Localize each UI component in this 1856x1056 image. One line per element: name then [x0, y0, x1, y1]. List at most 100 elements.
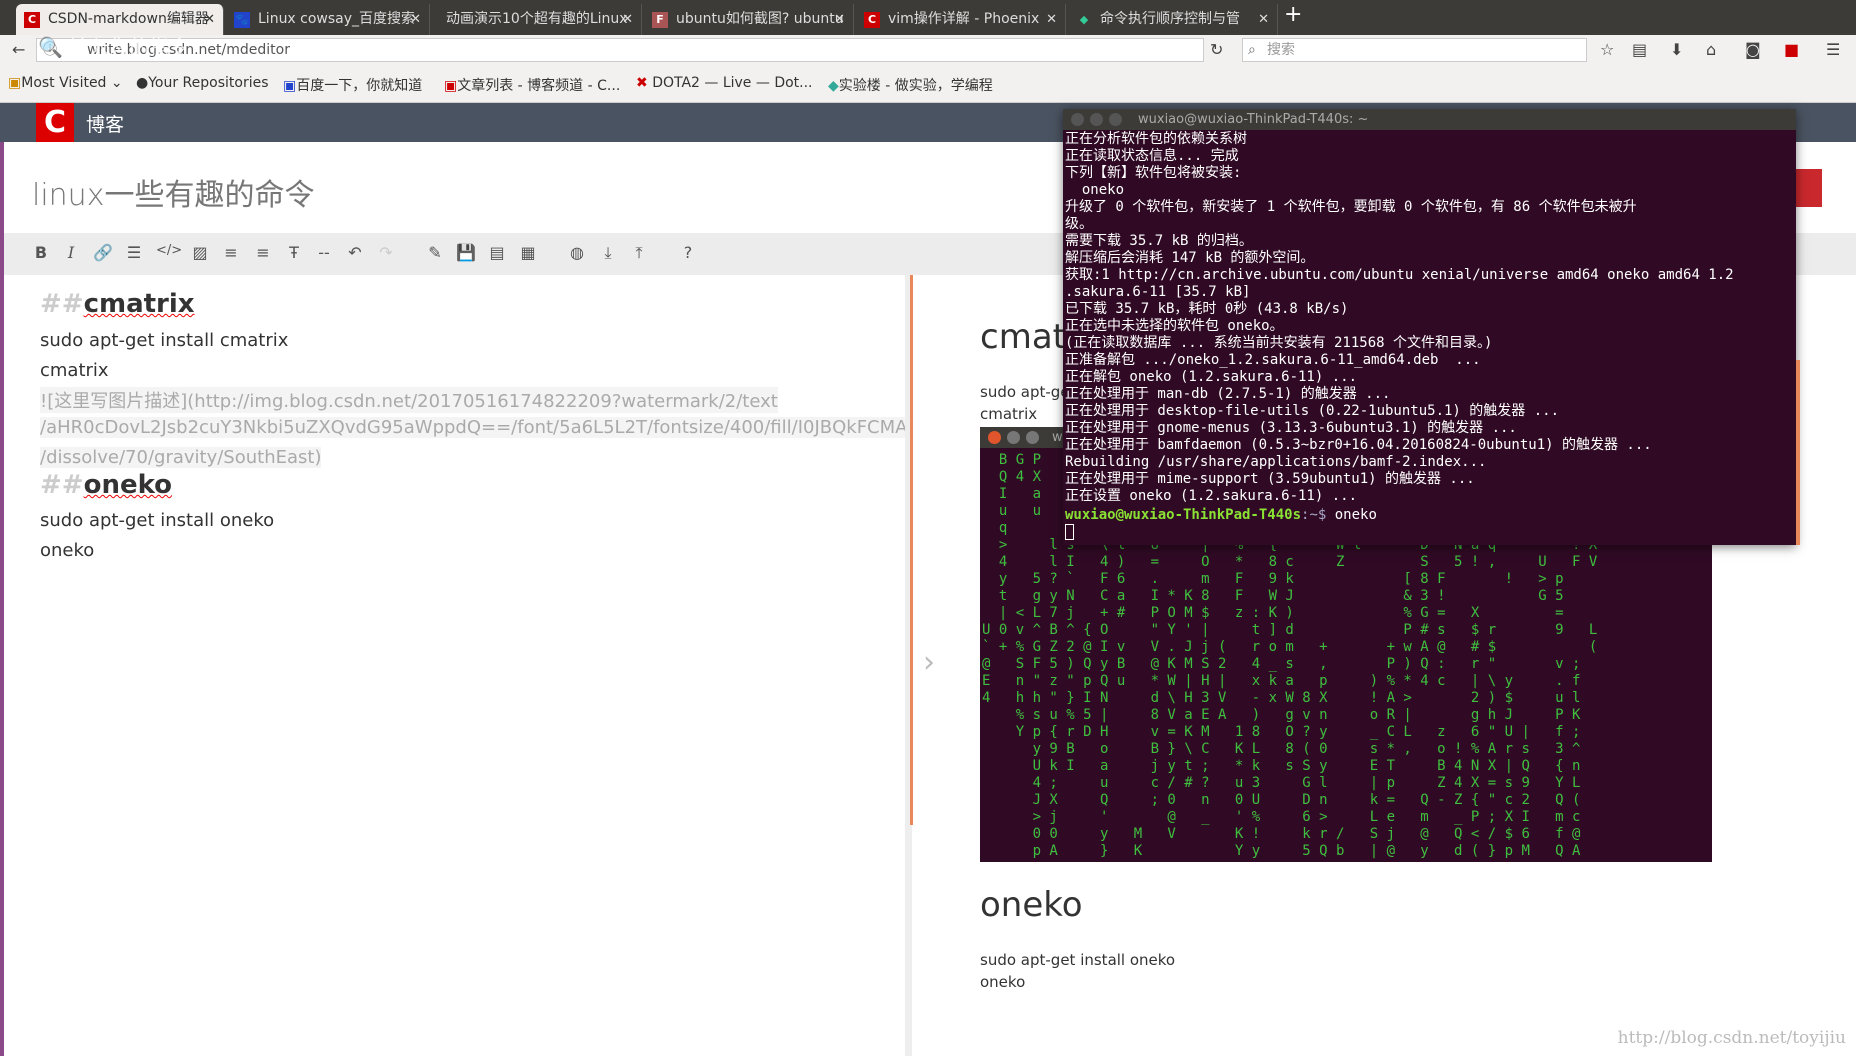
bookmark-most-visited[interactable]: ▣Most Visited ⌄	[8, 75, 123, 91]
drafts-icon[interactable]: ▤	[486, 243, 508, 262]
help-icon[interactable]: ?	[677, 243, 699, 262]
close-tab-icon[interactable]: ✕	[834, 4, 845, 35]
maximize-window-icon[interactable]	[1109, 113, 1122, 126]
url-bar[interactable]: ⓘ write.blog.csdn.net/mdeditor	[36, 38, 1204, 62]
matrix-row: 4 ; u c / # ? u 3 G l | p Z 4 X = s 9 Y …	[982, 775, 1581, 791]
tab-label: 动画演示10个超有趣的Linux	[446, 11, 628, 27]
home-icon[interactable]: ⌂	[1706, 40, 1716, 59]
heading-text: oneko	[83, 470, 173, 500]
menu-icon[interactable]: ☰	[1826, 40, 1840, 59]
dota-icon: ✖	[636, 75, 648, 91]
image-icon[interactable]: ▨	[189, 243, 211, 262]
bold-icon[interactable]: B	[30, 243, 52, 262]
terminal-line: 正在处理用于 bamfdaemon (0.5.3~bzr0+16.04.2016…	[1065, 437, 1652, 453]
terminal-cursor	[1065, 524, 1074, 540]
close-tab-icon[interactable]: ✕	[1258, 4, 1269, 35]
italic-icon[interactable]: I	[60, 243, 82, 262]
window-titlebar[interactable]: wuxiao@wuxiao-ThinkPad-T440s: ~	[1063, 109, 1796, 130]
terminal-prompt-line[interactable]: wuxiao@wuxiao-ThinkPad-T440s:~$ oneko	[1063, 506, 1796, 546]
pocket-icon[interactable]: ◙	[1745, 40, 1761, 59]
download-icon[interactable]: ⬇	[1670, 40, 1683, 59]
heading-icon[interactable]: Ŧ	[283, 243, 305, 262]
close-tab-icon[interactable]: ✕	[1046, 4, 1057, 35]
hr-icon[interactable]: --	[313, 243, 335, 262]
terminal-line: 下列【新】软件包将被安装:	[1065, 165, 1242, 181]
import-icon[interactable]: ⤓	[597, 243, 619, 263]
tab-vim[interactable]: Cvim操作详解 - Phoenix ✕	[856, 4, 1066, 35]
terminal-line: 正在处理用于 gnome-menus (3.13.3-6ubuntu3.1) 的…	[1065, 420, 1517, 436]
csdn-logo[interactable]: C	[36, 103, 74, 142]
bookmark-csdn-articles[interactable]: ▣文章列表 - 博客频道 - C...	[444, 75, 620, 95]
export-icon[interactable]: ⤒	[628, 243, 650, 263]
settings-doc-icon[interactable]: ▦	[517, 243, 539, 262]
shiyanlou-icon: ◆	[828, 78, 839, 94]
quote-icon[interactable]: ☰	[123, 243, 145, 262]
close-window-icon[interactable]	[988, 431, 1001, 444]
editor-line: cmatrix	[40, 360, 109, 381]
matrix-row: t g y N C a I * K 8 F W J & 3 ! G 5	[982, 588, 1564, 604]
reload-icon[interactable]: ↻	[1210, 40, 1223, 59]
tab-animation[interactable]: 动画演示10个超有趣的Linux ✕	[432, 4, 642, 35]
preview-text: cmatrix	[980, 405, 1038, 423]
terminal-line: 正在选中未选择的软件包 oneko。	[1065, 318, 1284, 334]
sync-scroll-bar	[910, 275, 913, 825]
new-doc-icon[interactable]: ✎	[424, 243, 446, 262]
collapse-chevron-icon[interactable]: ›	[923, 645, 935, 680]
close-tab-icon[interactable]: ✕	[410, 4, 421, 35]
terminal-line: 解压缩后会消耗 147 kB 的额外空间。	[1065, 250, 1315, 266]
header-title[interactable]: 博客	[86, 110, 124, 137]
terminal-window[interactable]: wuxiao@wuxiao-ThinkPad-T440s: ~ 正在分析软件包的…	[1063, 109, 1796, 545]
matrix-row: p A } K Y y 5 Q b | @ y d ( } p M Q A	[982, 843, 1581, 859]
terminal-line: 正在设置 oneko (1.2.sakura.6-11) ...	[1065, 488, 1358, 504]
new-tab-button[interactable]: +	[1284, 2, 1302, 27]
tab-ubuntu-screenshot[interactable]: Fubuntu如何截图? ubuntu ✕	[644, 4, 854, 35]
undo-icon[interactable]: ↶	[344, 243, 366, 262]
bookmark-dota2[interactable]: ✖ DOTA2 — Live — Dot...	[636, 75, 813, 91]
globe-icon[interactable]: ◍	[566, 243, 588, 262]
tab-label: 命令执行顺序控制与管	[1100, 11, 1240, 27]
tab-label: Linux cowsay_百度搜索	[258, 11, 416, 27]
terminal-output: 正在分析软件包的依赖关系树 正在读取状态信息... 完成 下列【新】软件包将被安装:…	[1063, 130, 1796, 506]
matrix-row: | < L 7 j + # P O M $ z : K ) % G = X =	[982, 605, 1564, 621]
matrix-row: U k I a j y t ; * k s S y E T B 4 N X | …	[982, 758, 1581, 774]
csdn-icon: C	[864, 12, 880, 28]
prompt-user: wuxiao@wuxiao-ThinkPad-T440s	[1065, 507, 1302, 523]
terminal-line: 已下载 35.7 kB，耗时 0秒 (43.8 kB/s)	[1065, 301, 1349, 317]
terminal-line: 正在处理用于 man-db (2.7.5-1) 的触发器 ...	[1065, 386, 1391, 402]
editor-line: sudo apt-get install cmatrix	[40, 330, 289, 351]
matrix-row: U 0 v ^ B ^ { O " Y ' | t ] d P # s $ r …	[982, 622, 1598, 638]
preview-text: sudo apt-get install oneko	[980, 951, 1176, 969]
bookmark-shiyanlou[interactable]: ◆实验楼 - 做实验，学编程	[828, 75, 993, 95]
close-window-icon[interactable]	[1071, 113, 1084, 126]
github-icon: ●	[136, 75, 149, 91]
close-tab-icon[interactable]: ✕	[622, 4, 633, 35]
minimize-window-icon[interactable]	[1090, 113, 1103, 126]
baidu-icon: ▣	[283, 78, 297, 94]
bookmark-baidu[interactable]: ▣百度一下，你就知道	[283, 75, 422, 95]
markdown-editor[interactable]: ##cmatrix sudo apt-get install cmatrix c…	[0, 275, 938, 1056]
minimize-window-icon[interactable]	[1007, 431, 1020, 444]
window-title: w	[1052, 430, 1063, 445]
heading-marker: ##	[40, 289, 84, 319]
command-overlay[interactable]: 🔍 输入您的指令	[38, 31, 189, 60]
reading-list-icon[interactable]: ▤	[1632, 40, 1647, 59]
code-icon[interactable]: </>	[156, 243, 182, 258]
tab-label: CSDN-markdown编辑器	[48, 11, 209, 27]
search-input[interactable]: ⌕ 搜索	[1242, 38, 1587, 62]
tab-cowsay[interactable]: 🐾 Linux cowsay_百度搜索 ✕	[226, 4, 430, 35]
redo-icon[interactable]: ↷	[375, 243, 397, 262]
close-tab-icon[interactable]: ✕	[204, 4, 215, 35]
prompt-suffix: :~$	[1301, 507, 1335, 523]
save-icon[interactable]: 💾	[455, 243, 477, 262]
link-icon[interactable]: 🔗	[92, 243, 114, 262]
unordered-list-icon[interactable]: ≡	[252, 243, 274, 262]
back-icon[interactable]: ←	[12, 40, 25, 59]
bookmark-repositories[interactable]: ●Your Repositories	[136, 75, 269, 91]
article-title-input[interactable]: linux一些有趣的命令	[32, 170, 314, 214]
maximize-window-icon[interactable]	[1026, 431, 1039, 444]
bookmark-star-icon[interactable]: ☆	[1600, 40, 1614, 59]
tab-shiyanlou[interactable]: ◆ 命令执行顺序控制与管 ✕	[1068, 4, 1278, 35]
bookmarks-bar: ▣Most Visited ⌄ ●Your Repositories ▣百度一下…	[0, 65, 1856, 103]
flash-icon[interactable]: ■	[1784, 40, 1799, 59]
ordered-list-icon[interactable]: ≡	[220, 243, 242, 262]
